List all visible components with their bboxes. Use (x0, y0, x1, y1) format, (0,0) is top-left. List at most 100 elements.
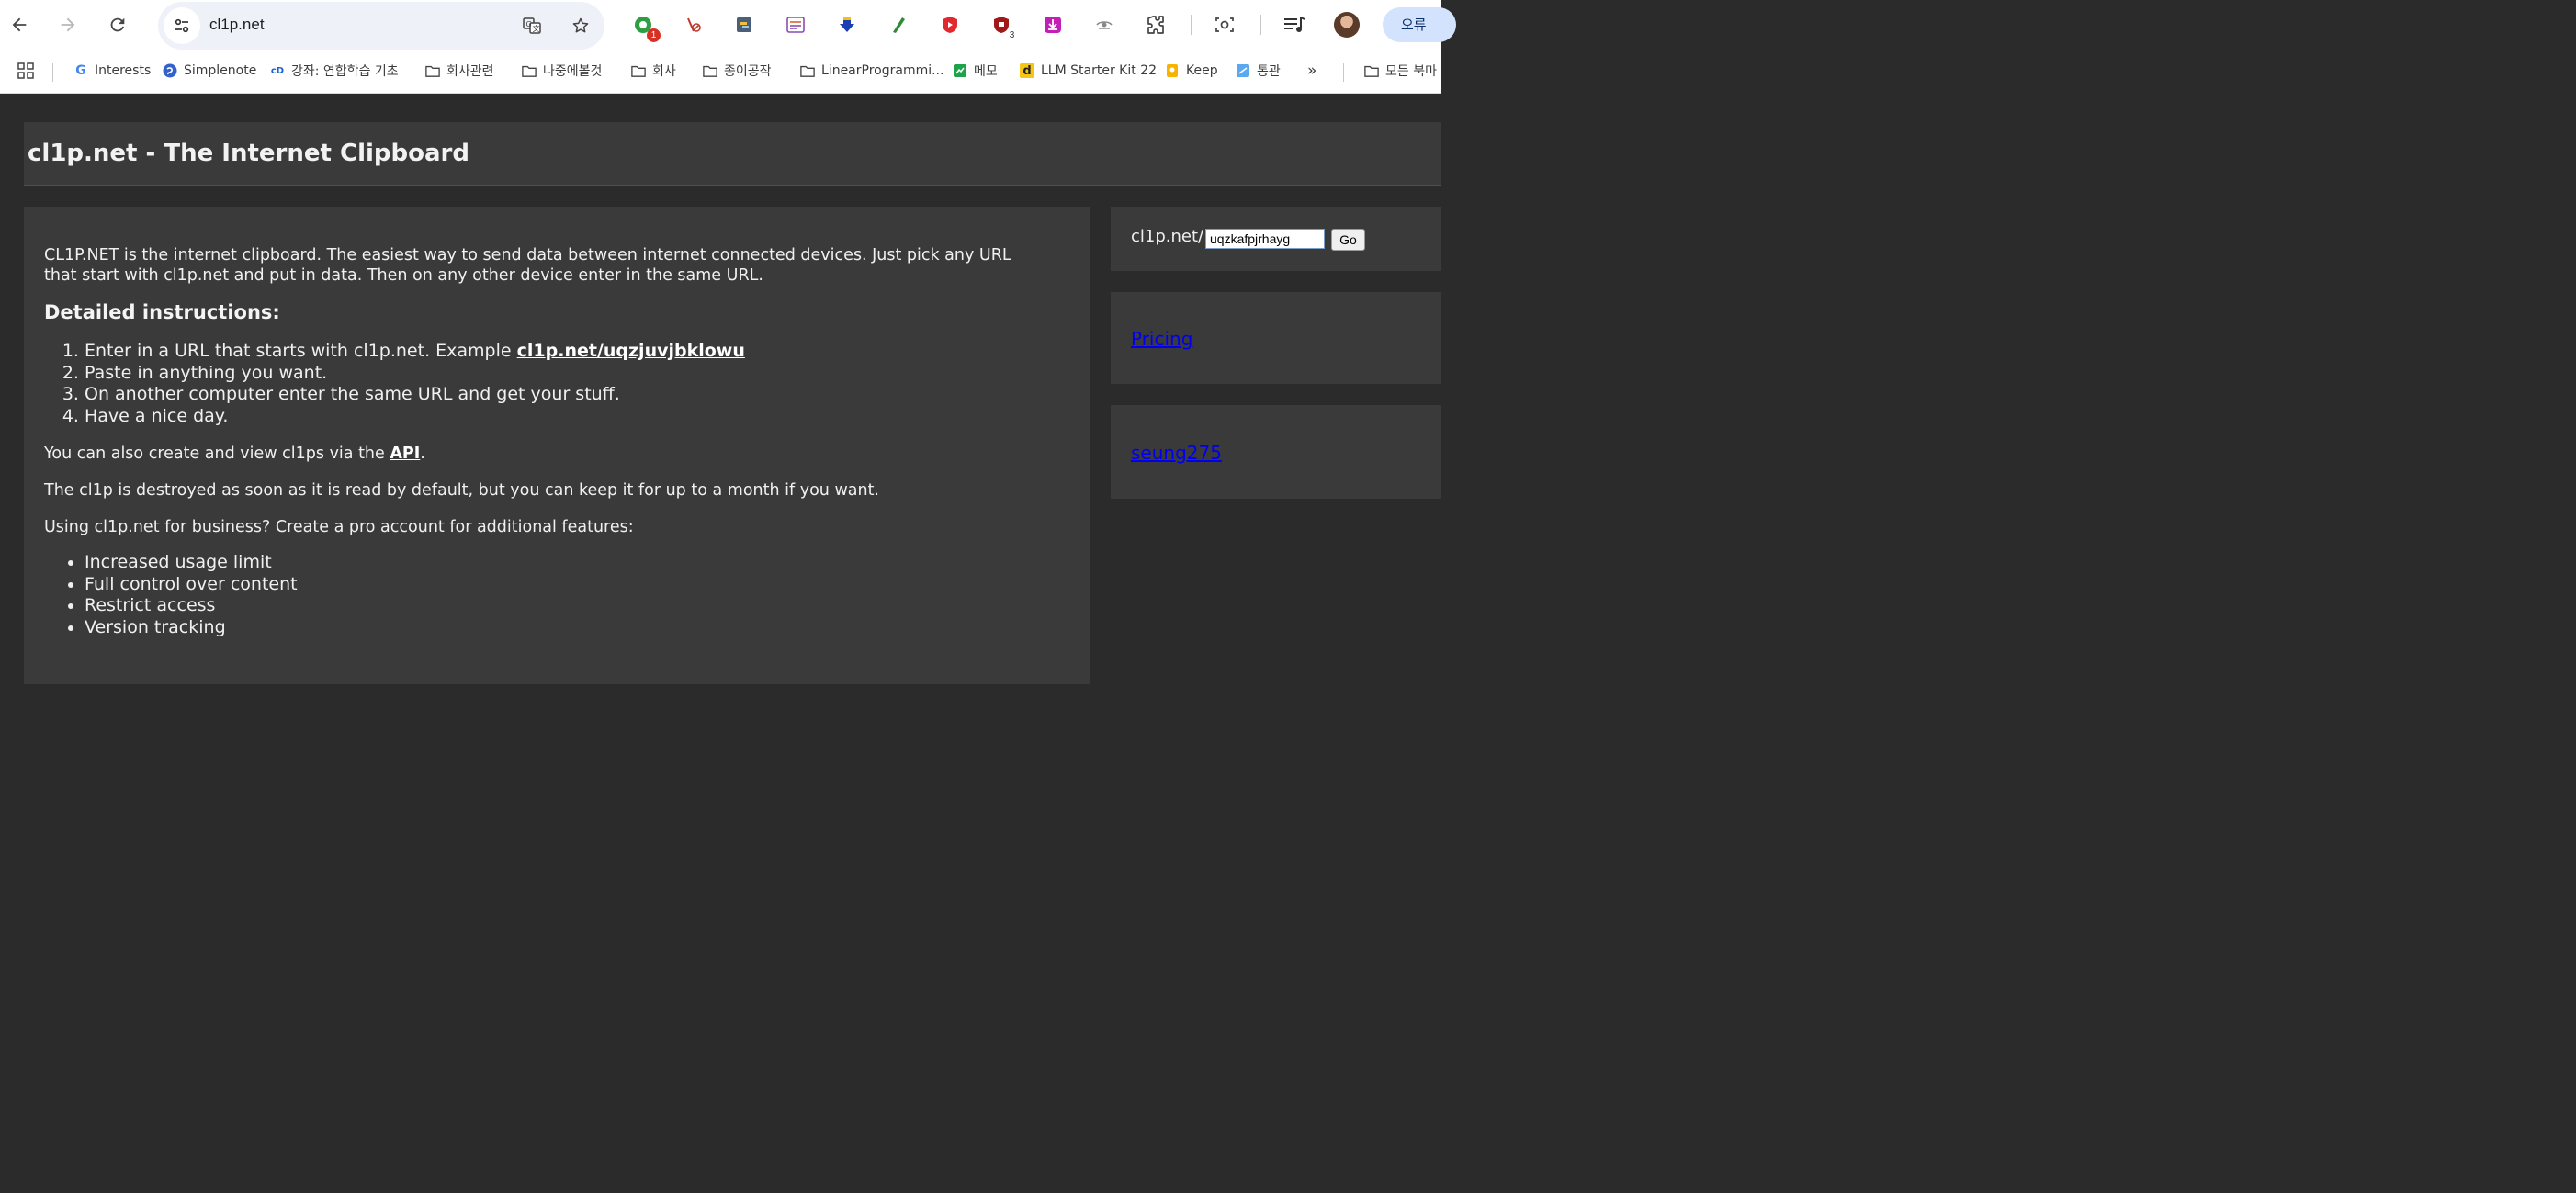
destroy-text: The cl1p is destroyed as soon as it is r… (44, 481, 879, 500)
bookmark-label: LinearProgrammi... (821, 63, 944, 78)
instruction-step: Paste in anything you want. (85, 363, 745, 385)
instruction-step: On another computer enter the same URL a… (85, 384, 745, 406)
forward-button[interactable] (52, 9, 84, 40)
extension-9-icon[interactable] (1041, 13, 1065, 37)
translate-icon: G 文 (523, 17, 541, 34)
google-icon: G (75, 63, 86, 78)
bookmark-memo[interactable]: 메모 (953, 61, 998, 81)
puzzle-icon (1147, 16, 1164, 34)
forward-arrow-icon (61, 17, 75, 32)
folder-icon (1364, 63, 1379, 78)
extension-6-icon[interactable] (887, 13, 910, 37)
url-text[interactable]: cl1p.net (209, 16, 265, 34)
pricing-box: Pricing (1111, 292, 1441, 384)
folder-icon (703, 63, 717, 78)
extensions-puzzle-button[interactable] (1144, 13, 1168, 37)
extension-2-icon[interactable] (681, 13, 705, 37)
bookmark-label: 강좌: 연합학습 기초 (291, 64, 399, 79)
extension-badge: 3 (1005, 28, 1019, 42)
bookmarks-separator (1343, 63, 1344, 82)
site-header: cl1p.net - The Internet Clipboard (24, 122, 1441, 186)
folder-icon (800, 63, 815, 78)
extension-7-icon[interactable] (938, 13, 962, 37)
bookmark-keep[interactable]: Keep (1165, 61, 1218, 81)
business-text: Using cl1p.net for business? Create a pr… (44, 518, 634, 536)
camera-icon (1215, 17, 1234, 32)
profile-status-button[interactable]: 오류 (1383, 7, 1456, 42)
intro-text: CL1P.NET is the internet clipboard. The … (44, 245, 1011, 286)
extension-1-icon[interactable]: 1 (631, 13, 661, 42)
bookmarks-separator (52, 63, 53, 82)
api-text: You can also create and view cl1ps via t… (44, 444, 425, 464)
bookmark-folder-papercraft[interactable]: 종이공작 (703, 61, 772, 81)
instructions-heading: Detailed instructions: (44, 301, 280, 323)
keep-icon (1165, 63, 1180, 78)
course-icon: cD (270, 65, 285, 76)
api-link[interactable]: API (390, 445, 420, 463)
api-prefix: You can also create and view cl1ps via t… (44, 445, 390, 463)
page-title: cl1p.net - The Internet Clipboard (28, 140, 469, 167)
bookmark-folder-linear-programming[interactable]: LinearProgrammi... (800, 61, 943, 81)
clip-name-input[interactable] (1205, 229, 1325, 249)
more-bookmarks-button[interactable]: » (1307, 61, 1316, 81)
bookmark-label: Keep (1186, 63, 1218, 78)
bookmark-folder-company-related[interactable]: 회사관련 (425, 61, 494, 81)
feature-item: Full control over content (85, 574, 298, 596)
feature-item: Restrict access (85, 595, 298, 617)
bookmark-simplenote[interactable]: Simplenote (163, 61, 256, 81)
bookmark-course[interactable]: cD 강좌: 연합학습 기초 (270, 61, 399, 81)
intro-line-1: CL1P.NET is the internet clipboard. The … (44, 246, 1011, 264)
apps-grid-button[interactable] (17, 61, 34, 81)
example-url-link[interactable]: cl1p.net/uqzjuvjbklowu (517, 341, 745, 361)
media-controls-button[interactable] (1282, 13, 1306, 37)
bookmark-label: 나중에볼것 (543, 64, 603, 79)
bookmark-folder-company[interactable]: 회사 (631, 61, 676, 81)
folder-icon (631, 63, 646, 78)
bookmark-label: 회사관련 (446, 64, 494, 79)
bookmark-all-bookmarks[interactable]: 모든 북마 (1364, 61, 1437, 81)
back-button[interactable] (4, 9, 35, 40)
bookmark-label: LLM Starter Kit 22 (1041, 63, 1157, 78)
feature-item: Version tracking (85, 617, 298, 639)
reload-button[interactable] (102, 9, 133, 40)
bookmark-label: 회사 (652, 64, 676, 79)
bookmark-interests[interactable]: G Interests (73, 61, 151, 81)
bookmark-label: Interests (95, 63, 152, 78)
bookmark-folder-watch-later[interactable]: 나중에볼것 (522, 61, 602, 81)
translate-button[interactable]: G 文 (520, 14, 544, 38)
bookmark-customs[interactable]: 통관 (1236, 61, 1281, 81)
apps-grid-icon (17, 62, 34, 79)
toolbar-separator (1191, 15, 1192, 35)
extension-10-icon[interactable] (1092, 13, 1116, 37)
toolbar-separator (1260, 15, 1261, 35)
browser-toolbar: cl1p.net G 文 1 3 오류 (0, 0, 1456, 51)
screenshot-button[interactable] (1213, 13, 1237, 37)
pricing-link[interactable]: Pricing (1131, 328, 1192, 350)
user-account-link[interactable]: seung275 (1131, 442, 1222, 464)
playlist-music-icon (1284, 17, 1305, 32)
bookmark-label: Simplenote (184, 63, 257, 78)
extension-8-icon[interactable]: 3 (989, 13, 1019, 42)
simplenote-icon (163, 63, 177, 78)
bookmark-label: 메모 (974, 64, 998, 79)
url-entry-box: cl1p.net/ Go (1111, 207, 1441, 271)
extension-badge: 1 (647, 28, 661, 42)
star-icon (572, 17, 589, 33)
bookmark-label: 통관 (1257, 64, 1281, 79)
folder-icon (522, 63, 537, 78)
address-bar[interactable]: cl1p.net G 文 (158, 2, 604, 50)
customs-icon (1236, 63, 1250, 78)
reload-icon (110, 17, 125, 32)
extension-5-icon[interactable] (835, 13, 859, 37)
extension-4-icon[interactable] (784, 13, 808, 37)
instruction-step: Have a nice day. (85, 406, 745, 428)
profile-avatar[interactable] (1334, 12, 1360, 38)
main-panel: CL1P.NET is the internet clipboard. The … (24, 207, 1090, 684)
bookmark-llm-starter-kit[interactable]: d LLM Starter Kit 22 (1020, 61, 1157, 81)
go-button[interactable]: Go (1331, 229, 1365, 251)
site-info-button[interactable] (164, 7, 200, 44)
bookmark-star-button[interactable] (569, 14, 593, 38)
intro-line-2: that start with cl1p.net and put in data… (44, 266, 763, 285)
api-suffix: . (420, 445, 425, 463)
extension-3-icon[interactable] (732, 13, 756, 37)
